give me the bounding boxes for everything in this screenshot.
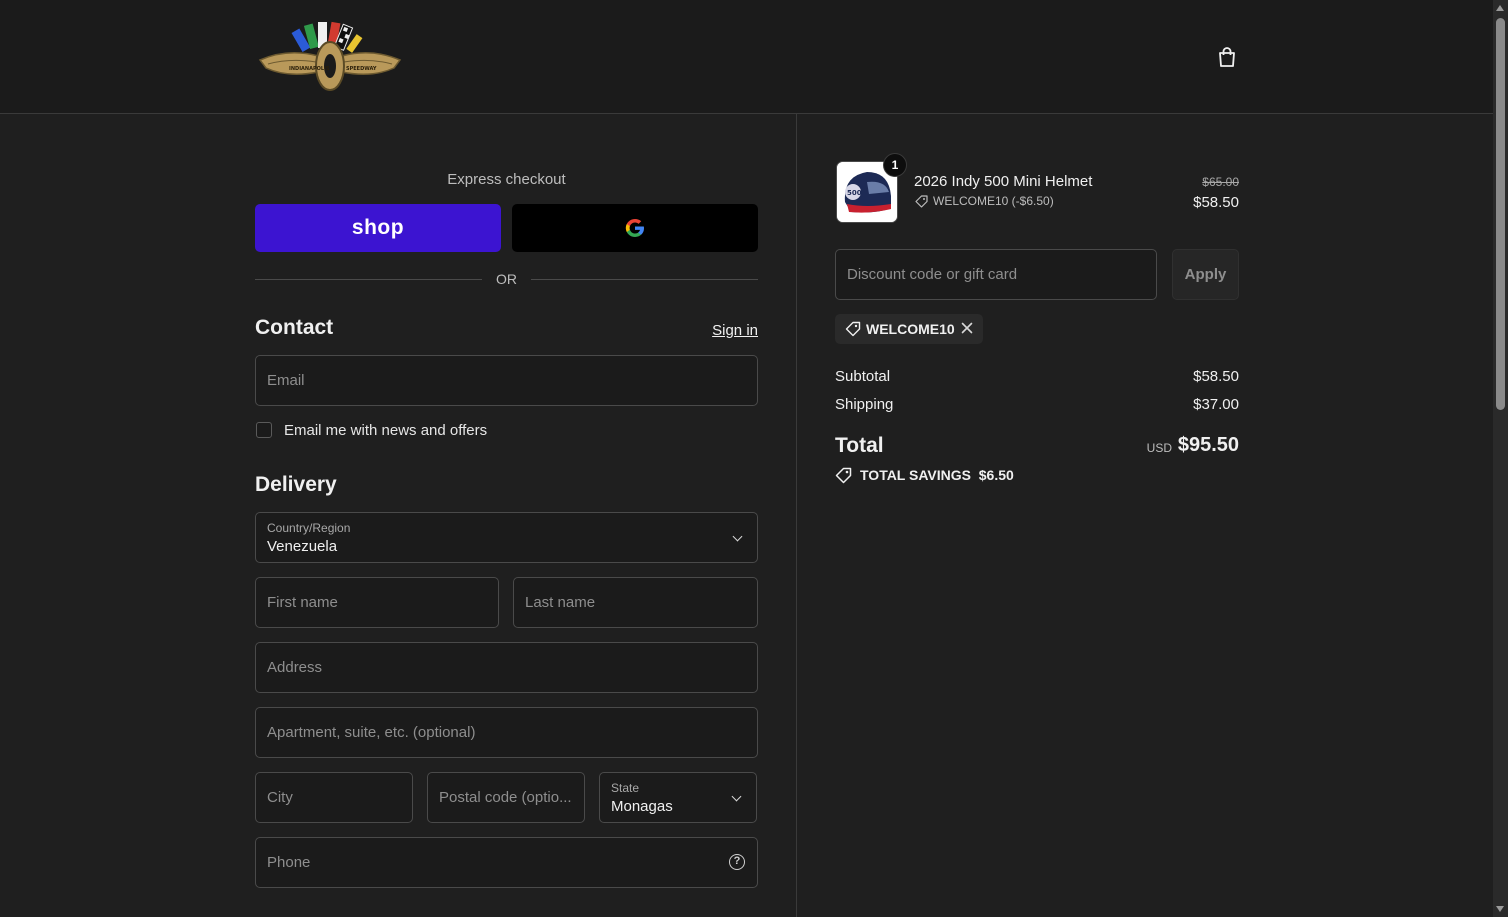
scrollbar-thumb[interactable] (1496, 18, 1505, 410)
shipping-label: Shipping (835, 396, 894, 413)
or-divider: OR (255, 270, 758, 290)
original-price: $65.00 (1202, 175, 1239, 189)
savings-tag-icon (835, 467, 852, 484)
newsletter-checkbox[interactable] (256, 422, 272, 438)
subtotal-value: $58.50 (1193, 368, 1239, 385)
country-select[interactable]: Country/Region Venezuela (255, 512, 758, 563)
last-name-input[interactable] (514, 578, 757, 627)
scroll-down-arrow-icon[interactable] (1496, 906, 1504, 912)
total-label: Total (835, 434, 884, 457)
total-savings-value: $6.50 (978, 467, 1014, 483)
total-savings: TOTAL SAVINGS $6.50 (860, 467, 1014, 483)
shipping-value: $37.00 (1193, 396, 1239, 413)
applied-discount-chip: WELCOME10 (835, 314, 983, 344)
last-name-field[interactable] (513, 577, 758, 628)
google-icon (625, 219, 644, 237)
subtotal-label: Subtotal (835, 368, 891, 385)
shop-pay-button[interactable]: shop (255, 204, 501, 252)
page-scrollbar[interactable] (1493, 0, 1508, 917)
phone-input[interactable] (256, 838, 757, 887)
postal-code-input[interactable] (428, 773, 584, 822)
address-input[interactable] (256, 643, 757, 692)
discounted-price: $58.50 (1193, 194, 1239, 211)
city-field[interactable] (255, 772, 413, 823)
contact-heading: Contact (255, 316, 334, 339)
total-value: $95.50 (1177, 434, 1239, 456)
product-discount: WELCOME10 (-$6.50) (933, 194, 1054, 208)
state-select[interactable]: State Monagas (599, 772, 757, 823)
first-name-field[interactable] (255, 577, 499, 628)
logo-text-left: INDIANAPOLIS (289, 66, 330, 72)
discount-code-field[interactable] (835, 249, 1157, 300)
tag-icon (845, 321, 861, 337)
country-value: Venezuela (267, 538, 338, 555)
newsletter-label: Email me with news and offers (284, 422, 488, 439)
email-field[interactable] (255, 355, 758, 406)
remove-code-icon[interactable] (959, 320, 975, 336)
delivery-heading: Delivery (255, 473, 337, 496)
apartment-input[interactable] (256, 708, 757, 757)
chevron-down-icon (731, 791, 742, 802)
quantity-badge: 1 (883, 153, 907, 177)
order-summary-column (797, 114, 1493, 917)
postal-code-field[interactable] (427, 772, 585, 823)
express-checkout-title: Express checkout (447, 171, 566, 188)
total-currency: USD (1146, 441, 1172, 455)
chevron-down-icon (732, 531, 743, 542)
scroll-up-arrow-icon[interactable] (1496, 5, 1504, 11)
tag-icon (915, 195, 928, 208)
phone-field[interactable] (255, 837, 758, 888)
address-field[interactable] (255, 642, 758, 693)
email-input[interactable] (256, 356, 757, 405)
first-name-input[interactable] (256, 578, 498, 627)
discount-code-input[interactable] (836, 250, 1156, 299)
state-value: Monagas (611, 798, 673, 815)
site-header: INDIANAPOLIS SPEEDWAY (0, 0, 1493, 114)
total-savings-label: TOTAL SAVINGS (860, 467, 971, 483)
shopping-bag-icon[interactable] (1214, 44, 1240, 70)
city-input[interactable] (256, 773, 412, 822)
shop-pay-logo-text: shop (351, 216, 405, 239)
applied-code-text: WELCOME10 (866, 321, 955, 337)
product-name: 2026 Indy 500 Mini Helmet (914, 173, 1093, 190)
logo-text-right: SPEEDWAY (346, 66, 377, 72)
google-pay-button[interactable] (512, 204, 758, 252)
country-label: Country/Region (267, 521, 351, 535)
apply-button[interactable]: Apply (1172, 249, 1239, 300)
apartment-field[interactable] (255, 707, 758, 758)
helmet-number-text: 500 (847, 189, 862, 197)
or-text: OR (496, 271, 517, 287)
indianapolis-motor-speedway-logo[interactable]: INDIANAPOLIS SPEEDWAY (258, 20, 402, 94)
sign-in-link[interactable]: Sign in (700, 322, 758, 339)
state-label: State (611, 781, 640, 795)
help-icon[interactable]: ? (729, 854, 745, 870)
